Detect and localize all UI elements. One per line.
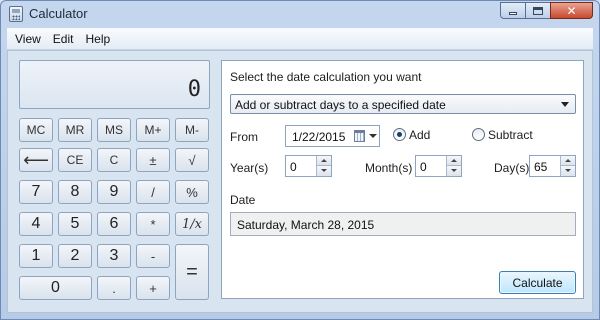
- clear-button[interactable]: C: [97, 148, 131, 172]
- days-increment-button[interactable]: [561, 156, 575, 166]
- reciprocal-button[interactable]: 1/x: [175, 212, 209, 236]
- result-date-field[interactable]: Saturday, March 28, 2015: [230, 212, 576, 236]
- backspace-button[interactable]: ⟵: [19, 148, 53, 172]
- calculation-mode-dropdown[interactable]: Add or subtract days to a specified date: [230, 94, 576, 114]
- memory-recall-button[interactable]: MR: [58, 118, 92, 142]
- digit-4-button[interactable]: 4: [19, 212, 53, 236]
- digit-1-button[interactable]: 1: [19, 244, 53, 268]
- minimize-icon: [509, 11, 517, 15]
- digit-7-button[interactable]: 7: [19, 180, 53, 204]
- divide-button[interactable]: /: [136, 180, 170, 204]
- menu-bar: View Edit Help: [7, 28, 593, 50]
- menu-help[interactable]: Help: [79, 30, 116, 48]
- years-value: 0: [290, 160, 297, 174]
- digit-6-button[interactable]: 6: [97, 212, 131, 236]
- calculator-display: 0: [19, 60, 210, 109]
- decimal-button[interactable]: .: [97, 276, 131, 300]
- minimize-button[interactable]: [500, 2, 526, 19]
- digit-0-button[interactable]: 0: [19, 276, 92, 300]
- days-stepper-buttons: [560, 156, 575, 176]
- calculation-mode-value: Add or subtract days to a specified date: [235, 98, 446, 112]
- maximize-icon: [533, 6, 543, 15]
- add-radio[interactable]: [393, 128, 406, 141]
- dropdown-arrow-icon: [561, 102, 569, 107]
- calculator-window: Calculator ✕ View Edit Help 0 MC MR MS M…: [0, 0, 600, 320]
- days-value: 65: [534, 160, 548, 174]
- window-title: Calculator: [29, 6, 88, 21]
- menu-edit[interactable]: Edit: [47, 30, 80, 48]
- memory-store-button[interactable]: MS: [97, 118, 131, 142]
- client-area: 0 MC MR MS M+ M- ⟵ CE C ± √ 7 8 9 / % 4 …: [7, 50, 593, 313]
- months-increment-button[interactable]: [447, 156, 461, 166]
- equals-button[interactable]: =: [175, 244, 209, 300]
- result-date-value: Saturday, March 28, 2015: [237, 218, 375, 232]
- months-stepper-buttons: [446, 156, 461, 176]
- years-stepper-buttons: [316, 156, 331, 176]
- from-date-picker[interactable]: 1/22/2015: [285, 125, 380, 147]
- calendar-icon: [354, 130, 365, 142]
- percent-button[interactable]: %: [175, 180, 209, 204]
- calculator-app-icon: [9, 6, 23, 22]
- caption-buttons: ✕: [500, 2, 593, 19]
- digit-2-button[interactable]: 2: [58, 244, 92, 268]
- years-stepper[interactable]: 0: [285, 155, 332, 177]
- close-button[interactable]: ✕: [550, 2, 593, 19]
- add-radio-label: Add: [409, 128, 431, 142]
- days-decrement-button[interactable]: [561, 166, 575, 176]
- menu-view[interactable]: View: [9, 30, 47, 48]
- months-label: Month(s): [365, 161, 413, 175]
- minus-button[interactable]: -: [136, 244, 170, 268]
- date-calc-heading: Select the date calculation you want: [230, 70, 422, 84]
- digit-8-button[interactable]: 8: [58, 180, 92, 204]
- plus-button[interactable]: +: [136, 276, 170, 300]
- from-date-value: 1/22/2015: [292, 130, 346, 144]
- days-stepper[interactable]: 65: [529, 155, 576, 177]
- months-decrement-button[interactable]: [447, 166, 461, 176]
- digit-9-button[interactable]: 9: [97, 180, 131, 204]
- calculate-button[interactable]: Calculate: [499, 271, 576, 294]
- years-increment-button[interactable]: [317, 156, 331, 166]
- memory-subtract-button[interactable]: M-: [175, 118, 209, 142]
- display-value: 0: [187, 77, 201, 102]
- close-icon: ✕: [566, 3, 577, 18]
- title-bar[interactable]: Calculator ✕: [1, 1, 599, 27]
- plus-minus-button[interactable]: ±: [136, 148, 170, 172]
- subtract-radio-label: Subtract: [488, 128, 533, 142]
- date-calculation-panel: Select the date calculation you want Add…: [221, 60, 584, 299]
- maximize-button[interactable]: [525, 2, 551, 19]
- digit-3-button[interactable]: 3: [97, 244, 131, 268]
- days-label: Day(s): [494, 161, 530, 175]
- memory-add-button[interactable]: M+: [136, 118, 170, 142]
- months-stepper[interactable]: 0: [415, 155, 462, 177]
- multiply-button[interactable]: *: [136, 212, 170, 236]
- years-label: Year(s): [230, 161, 269, 175]
- years-decrement-button[interactable]: [317, 166, 331, 176]
- square-root-button[interactable]: √: [175, 148, 209, 172]
- chevron-down-icon: [369, 134, 377, 138]
- subtract-radio[interactable]: [472, 128, 485, 141]
- memory-clear-button[interactable]: MC: [19, 118, 53, 142]
- months-value: 0: [420, 160, 427, 174]
- digit-5-button[interactable]: 5: [58, 212, 92, 236]
- result-date-label: Date: [230, 193, 256, 207]
- from-label: From: [230, 130, 258, 144]
- clear-entry-button[interactable]: CE: [58, 148, 92, 172]
